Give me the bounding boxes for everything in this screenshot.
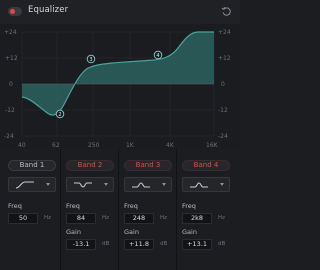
band-3-gain-field[interactable]: +11.8	[124, 239, 154, 250]
band-3-shape-dropdown[interactable]	[124, 177, 172, 192]
band-4-freq-field[interactable]: 2k8	[182, 213, 212, 224]
band-2: Band 2 Freq 84 Hz Gain -13.1 dB	[62, 149, 118, 270]
band-separator	[176, 149, 177, 270]
x-label-62: 62	[52, 142, 60, 149]
eq-node-4: 4	[153, 50, 163, 60]
band-2-button[interactable]: Band 2	[66, 160, 114, 171]
band-3: Band 3 Freq 248 Hz Gain +11.8 dB	[120, 149, 176, 270]
y-label-right-minus24: -24	[218, 133, 228, 140]
band-4-freq-unit: Hz	[218, 215, 226, 221]
band-3-button[interactable]: Band 3	[124, 160, 172, 171]
panel-title: Equalizer	[28, 5, 69, 15]
y-label-plus24: +24	[4, 29, 17, 36]
y-label-minus24: -24	[4, 133, 14, 140]
band-4-button[interactable]: Band 4	[182, 160, 230, 171]
y-label-right-plus24: +24	[218, 29, 231, 36]
y-label-plus12: +12	[5, 55, 18, 62]
y-label-minus12: -12	[5, 107, 15, 114]
band-4-shape-dropdown[interactable]	[182, 177, 230, 192]
svg-text:3: 3	[89, 57, 92, 63]
svg-text:2: 2	[58, 112, 61, 118]
eq-curve-fill	[22, 32, 214, 116]
band-1-shape-dropdown[interactable]	[8, 177, 56, 192]
band-2-freq-label: Freq	[66, 202, 80, 210]
y-label-right-plus12: +12	[218, 55, 231, 62]
band-1-freq-label: Freq	[8, 202, 22, 210]
band-controls: Band 1 Freq 50 Hz Band 2 Freq 84 Hz Gain…	[0, 149, 240, 270]
x-label-16k: 16K	[206, 142, 218, 149]
band-3-freq-field[interactable]: 248	[124, 213, 154, 224]
y-label-right-minus12: -12	[218, 107, 228, 114]
y-label-zero: 0	[9, 81, 13, 88]
band-2-freq-unit: Hz	[102, 215, 110, 221]
bell-icon	[132, 182, 150, 188]
band-1: Band 1 Freq 50 Hz	[4, 149, 60, 270]
band-2-gain-unit: dB	[102, 241, 110, 247]
band-4: Band 4 Freq 2k8 Hz Gain +13.1 dB	[178, 149, 234, 270]
toggle-indicator	[10, 9, 15, 14]
chevron-down-icon	[104, 183, 108, 186]
eq-node-2: 2	[55, 109, 65, 119]
y-label-right-zero: 0	[221, 81, 225, 88]
band-2-gain-field[interactable]: -13.1	[66, 239, 96, 250]
power-toggle[interactable]	[8, 7, 22, 16]
band-4-gain-label: Gain	[182, 228, 197, 236]
band-separator	[118, 149, 119, 270]
band-4-gain-unit: dB	[218, 241, 226, 247]
bell-icon	[190, 182, 208, 188]
band-4-freq-label: Freq	[182, 202, 196, 210]
band-1-button[interactable]: Band 1	[8, 160, 56, 171]
low-cut-icon	[15, 181, 34, 189]
eq-graph[interactable]: 2 3 4 +24 +12 0 -12 -24 +24 +12 0 -12 -2…	[0, 24, 240, 149]
band-2-shape-dropdown[interactable]	[66, 177, 114, 192]
x-label-1k: 1K	[126, 142, 134, 149]
reset-icon[interactable]	[221, 6, 232, 17]
chevron-down-icon	[162, 183, 166, 186]
band-1-freq-unit: Hz	[44, 215, 52, 221]
band-3-freq-label: Freq	[124, 202, 138, 210]
x-label-40: 40	[18, 142, 26, 149]
band-4-gain-field[interactable]: +13.1	[182, 239, 212, 250]
band-2-gain-label: Gain	[66, 228, 81, 236]
band-3-gain-unit: dB	[160, 241, 168, 247]
band-3-freq-unit: Hz	[160, 215, 168, 221]
bell-icon	[74, 182, 92, 188]
chevron-down-icon	[220, 183, 224, 186]
eq-node-3: 3	[86, 54, 96, 64]
band-1-freq-field[interactable]: 50	[8, 213, 38, 224]
equalizer-header: Equalizer	[0, 0, 240, 24]
x-label-4k: 4K	[166, 142, 174, 149]
band-3-gain-label: Gain	[124, 228, 139, 236]
eq-curve-svg: 2 3 4	[21, 31, 215, 137]
x-label-250: 250	[88, 142, 100, 149]
band-2-freq-field[interactable]: 84	[66, 213, 96, 224]
band-separator	[60, 149, 61, 270]
chevron-down-icon	[46, 183, 50, 186]
svg-text:4: 4	[156, 53, 159, 59]
